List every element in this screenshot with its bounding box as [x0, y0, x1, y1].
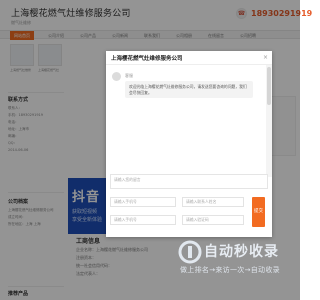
chat-dialog: 上海樱花燃气灶维修服务公司 × 客服 欢迎光临上海樱花燃气灶维修服务公司，请发送…: [106, 51, 272, 237]
message-input[interactable]: 请输入您的留言: [110, 174, 268, 189]
scrollbar-thumb[interactable]: [267, 67, 271, 105]
contact-form: 请输入手机号 请输入联系人姓名 请输入手机号 请输入验证码: [110, 193, 268, 233]
submit-button[interactable]: 提交: [252, 197, 265, 227]
contact-name-field[interactable]: 请输入联系人姓名: [182, 197, 244, 207]
dialog-title: 上海樱花燃气灶维修服务公司: [111, 56, 183, 62]
watermark-logo: [178, 240, 202, 264]
watermark-title: 自动秒收录: [204, 244, 279, 260]
mobile-field[interactable]: 请输入手机号: [110, 197, 176, 207]
dialog-header: 上海樱花燃气灶维修服务公司 ×: [106, 51, 272, 65]
chat-scrollbar[interactable]: [266, 65, 272, 177]
avatar: [112, 72, 121, 81]
watermark-subtitle: 做上排名→来访一次→自动收录: [180, 266, 280, 274]
sender-name: 客服: [125, 73, 133, 78]
chat-history: 客服 欢迎光临上海樱花燃气灶维修服务公司，请发送您要咨询的问题，我们会尽快回复。: [106, 65, 266, 177]
phone-field[interactable]: 请输入手机号: [110, 215, 176, 225]
captcha-field[interactable]: 请输入验证码: [182, 215, 244, 225]
close-icon[interactable]: ×: [263, 54, 268, 61]
welcome-message: 欢迎光临上海樱花燃气灶维修服务公司，请发送您要咨询的问题，我们会尽快回复。: [125, 81, 253, 98]
watermark: 自动秒收录 做上排名→来访一次→自动收录: [178, 240, 298, 276]
